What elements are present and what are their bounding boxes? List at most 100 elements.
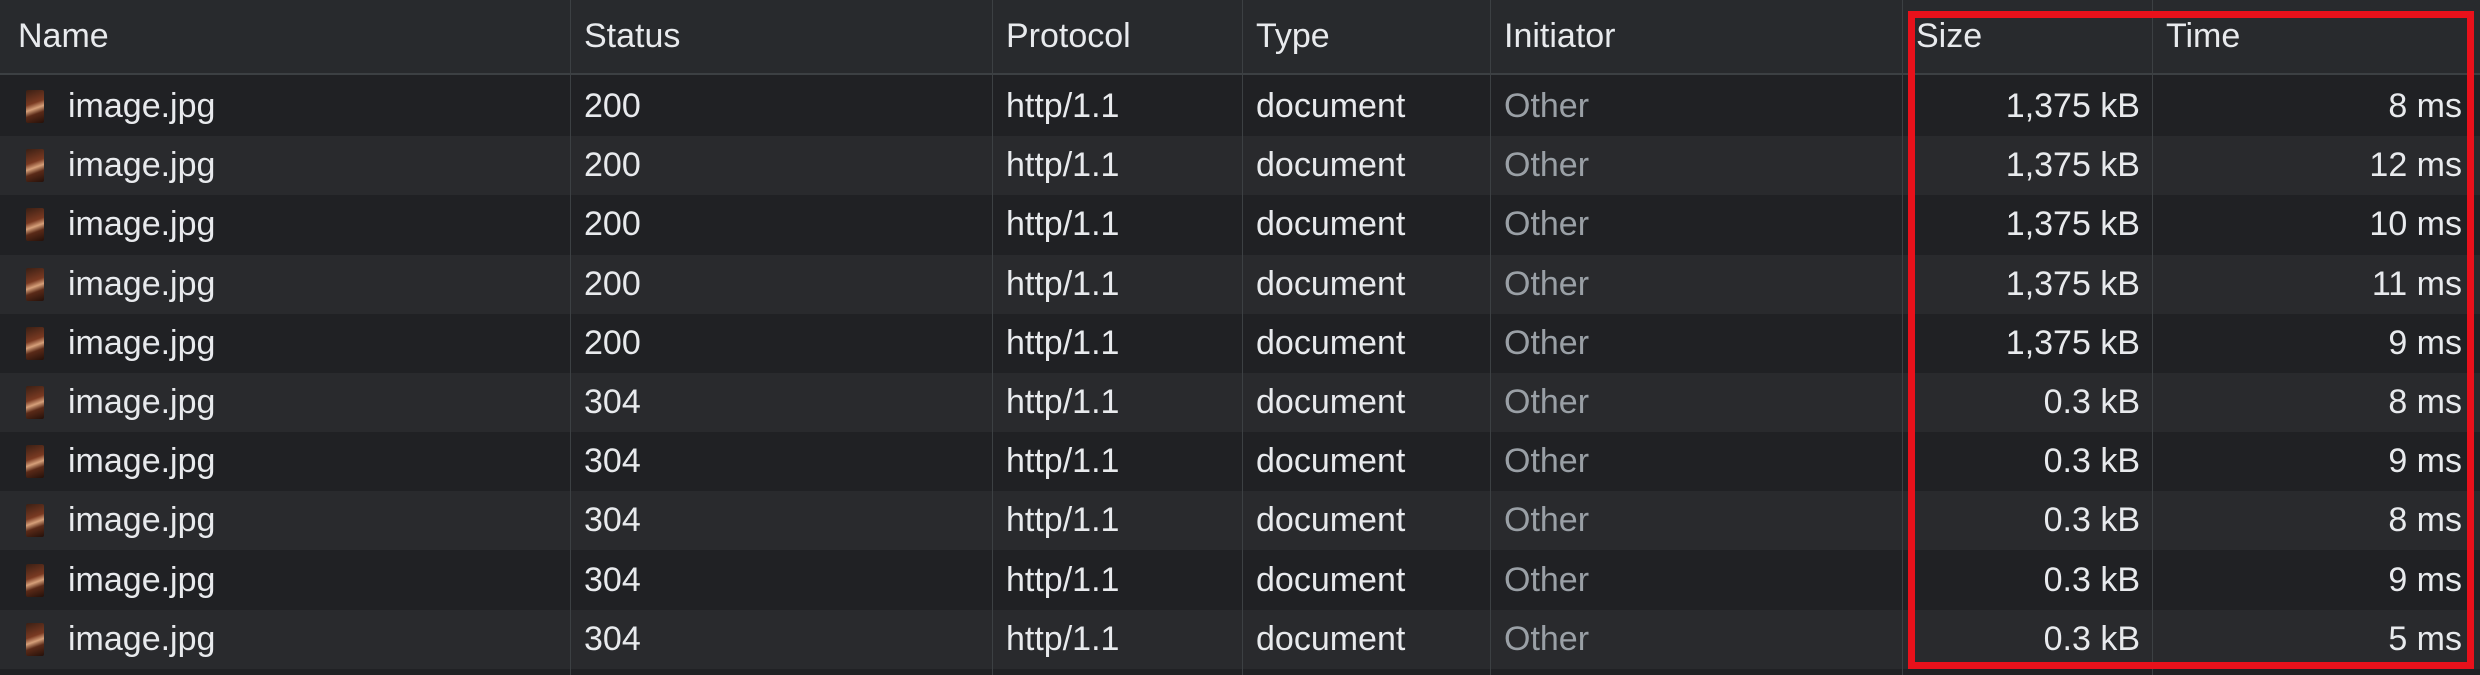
cell-protocol: http/1.1 xyxy=(1006,264,1120,303)
cell-time: 8 ms xyxy=(2388,501,2462,540)
image-file-icon xyxy=(26,326,44,360)
column-header-status[interactable]: Status xyxy=(572,0,992,73)
cell-status: 200 xyxy=(584,87,641,125)
cell-size: 1,375 kB xyxy=(2005,87,2140,125)
cell-time: 5 ms xyxy=(2388,619,2462,658)
table-row[interactable]: image.jpg 304 http/1.1 document Other 0.3 kB 5… xyxy=(0,609,2480,669)
cell-type: document xyxy=(1256,501,1406,540)
image-file-icon xyxy=(26,445,44,479)
table-row[interactable]: image.jpg 200 http/1.1 document Other 1,375 k… xyxy=(0,195,2480,255)
column-divider[interactable] xyxy=(1242,0,1243,675)
file-name: image.jpg xyxy=(68,205,216,244)
column-header-time[interactable]: Time xyxy=(2154,0,2474,73)
cell-name[interactable]: image.jpg xyxy=(0,373,570,432)
file-name: image.jpg xyxy=(68,383,216,421)
cell-type: document xyxy=(1256,205,1406,244)
table-row[interactable]: image.jpg 200 http/1.1 document Other 1,375 k… xyxy=(0,77,2480,136)
cell-time: 8 ms xyxy=(2388,383,2462,421)
column-divider[interactable] xyxy=(1902,0,1903,675)
cell-initiator: Other xyxy=(1504,560,1590,599)
cell-initiator: Other xyxy=(1504,323,1590,362)
cell-size: 0.3 kB xyxy=(2043,383,2140,421)
network-requests-table: Name Status Protocol Type Initiator Size… xyxy=(0,0,2480,675)
cell-name[interactable]: image.jpg xyxy=(0,255,570,314)
cell-protocol: http/1.1 xyxy=(1006,323,1120,362)
image-file-icon xyxy=(26,208,44,242)
cell-size: 0.3 kB xyxy=(2043,442,2140,481)
cell-name[interactable]: image.jpg xyxy=(0,551,570,610)
cell-protocol: http/1.1 xyxy=(1006,501,1120,540)
cell-protocol: http/1.1 xyxy=(1006,205,1120,244)
cell-initiator: Other xyxy=(1504,383,1590,421)
cell-name[interactable]: image.jpg xyxy=(0,136,570,195)
cell-time: 9 ms xyxy=(2388,323,2462,362)
table-row[interactable]: image.jpg 304 http/1.1 document Other 0.3 kB 9… xyxy=(0,432,2480,492)
table-row[interactable]: image.jpg 304 http/1.1 document Other 0.3 kB 8… xyxy=(0,373,2480,432)
cell-protocol: http/1.1 xyxy=(1006,619,1120,658)
cell-type: document xyxy=(1256,560,1406,599)
cell-status: 200 xyxy=(584,323,641,362)
cell-status: 304 xyxy=(584,560,641,599)
cell-initiator: Other xyxy=(1504,619,1590,658)
cell-initiator: Other xyxy=(1504,146,1590,185)
cell-initiator: Other xyxy=(1504,205,1590,244)
cell-name[interactable]: image.jpg xyxy=(0,610,570,669)
column-header-type[interactable]: Type xyxy=(1244,0,1490,73)
image-file-icon xyxy=(26,267,44,301)
cell-name[interactable]: image.jpg xyxy=(0,314,570,373)
file-name: image.jpg xyxy=(68,146,216,185)
cell-type: document xyxy=(1256,146,1406,185)
cell-name[interactable]: image.jpg xyxy=(0,432,570,491)
cell-time: 11 ms xyxy=(2371,264,2462,303)
image-file-icon xyxy=(26,386,44,419)
image-file-icon xyxy=(26,622,44,656)
cell-status: 304 xyxy=(584,383,641,421)
cell-size: 0.3 kB xyxy=(2043,501,2140,540)
cell-time: 9 ms xyxy=(2388,560,2462,599)
cell-type: document xyxy=(1256,383,1406,421)
file-name: image.jpg xyxy=(68,501,216,540)
cell-initiator: Other xyxy=(1504,442,1590,481)
cell-type: document xyxy=(1256,323,1406,362)
image-file-icon xyxy=(26,563,44,597)
file-name: image.jpg xyxy=(68,87,216,125)
cell-name[interactable]: image.jpg xyxy=(0,491,570,550)
column-header-protocol[interactable]: Protocol xyxy=(994,0,1242,73)
cell-type: document xyxy=(1256,619,1406,658)
cell-protocol: http/1.1 xyxy=(1006,146,1120,185)
table-header: Name Status Protocol Type Initiator Size… xyxy=(0,0,2480,75)
column-divider[interactable] xyxy=(992,0,993,675)
file-name: image.jpg xyxy=(68,323,216,362)
cell-initiator: Other xyxy=(1504,501,1590,540)
column-divider[interactable] xyxy=(570,0,571,675)
table-row[interactable]: image.jpg 200 http/1.1 document Other 1,375 k… xyxy=(0,313,2480,373)
cell-name[interactable]: image.jpg xyxy=(0,77,570,136)
column-header-name[interactable]: Name xyxy=(6,0,570,73)
cell-protocol: http/1.1 xyxy=(1006,87,1120,125)
cell-name[interactable]: image.jpg xyxy=(0,195,570,254)
column-divider[interactable] xyxy=(1490,0,1491,675)
column-divider[interactable] xyxy=(2152,0,2153,675)
cell-size: 1,375 kB xyxy=(2005,323,2140,362)
cell-time: 9 ms xyxy=(2388,442,2462,481)
file-name: image.jpg xyxy=(68,442,216,481)
image-file-icon xyxy=(26,504,44,538)
cell-initiator: Other xyxy=(1504,264,1590,303)
cell-protocol: http/1.1 xyxy=(1006,442,1120,481)
cell-status: 200 xyxy=(584,146,641,185)
cell-size: 1,375 kB xyxy=(2005,264,2140,303)
cell-size: 1,375 kB xyxy=(2005,205,2140,244)
cell-status: 200 xyxy=(584,264,641,303)
table-row[interactable]: image.jpg 304 http/1.1 document Other 0.3 kB 9… xyxy=(0,550,2480,610)
cell-time: 8 ms xyxy=(2388,87,2462,125)
column-header-size[interactable]: Size xyxy=(1904,0,2152,73)
column-header-initiator[interactable]: Initiator xyxy=(1492,0,1902,73)
table-row[interactable]: image.jpg 200 http/1.1 document Other 1,375 k… xyxy=(0,254,2480,314)
table-row[interactable]: image.jpg 200 http/1.1 document Other 1,375 k… xyxy=(0,136,2480,196)
cell-status: 200 xyxy=(584,205,641,244)
cell-size: 1,375 kB xyxy=(2005,146,2140,185)
file-name: image.jpg xyxy=(68,560,216,599)
cell-status: 304 xyxy=(584,619,641,658)
cell-size: 0.3 kB xyxy=(2043,619,2140,658)
table-row[interactable]: image.jpg 304 http/1.1 document Other 0.3 kB 8… xyxy=(0,491,2480,551)
